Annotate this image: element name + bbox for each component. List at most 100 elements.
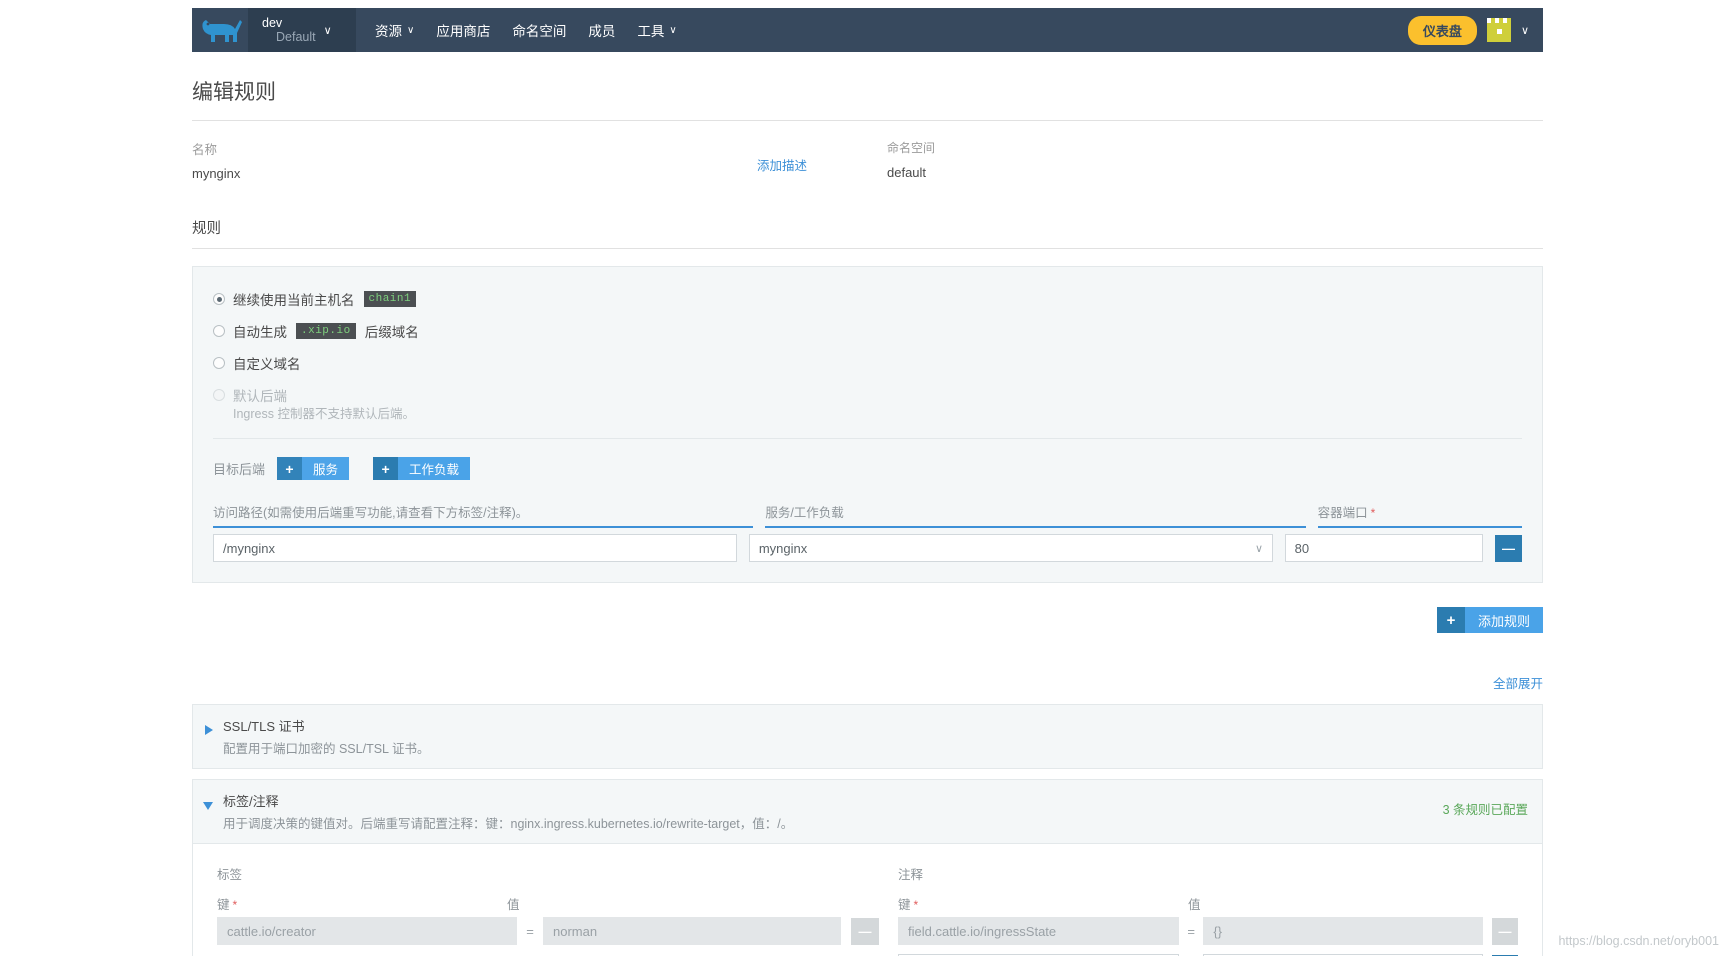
nav-resources-label: 资源 — [375, 24, 402, 39]
accordion-labels-title: 标签/注释 — [223, 794, 279, 809]
labels-key-label: 键 — [217, 898, 230, 912]
plus-icon: + — [277, 457, 303, 480]
annotations-group-header: 注释 — [898, 868, 924, 882]
accordion-ssl-title: SSL/TLS 证书 — [223, 719, 305, 734]
accordion-labels-annotations[interactable]: 标签/注释 用于调度决策的键值对。后端重写请配置注释：键：nginx.ingre… — [192, 779, 1543, 844]
switcher-cluster: dev — [262, 16, 283, 30]
plus-icon: + — [373, 457, 399, 480]
annotation-value-input: {} — [1203, 917, 1483, 945]
annotation-key-label: 键 — [898, 898, 911, 912]
namespace-field-group: 命名空间 default — [887, 139, 935, 181]
radio-current-hostname-label: 继续使用当前主机名 — [233, 293, 355, 308]
remove-label-button: — — [851, 917, 879, 945]
radio-icon[interactable] — [213, 357, 225, 369]
radio-icon — [213, 389, 225, 401]
name-field-group: 名称 mynginx — [192, 139, 757, 181]
target-backend-label: 目标后端 — [213, 462, 266, 477]
annotations-column-headers: 键 * 值 — [898, 894, 1518, 913]
chevron-right-icon[interactable] — [205, 725, 213, 735]
accordion-ssl-tls[interactable]: SSL/TLS 证书 配置用于端口加密的 SSL/TSL 证书。 — [192, 704, 1543, 769]
annotation-value-header: 值 — [1188, 898, 1201, 912]
add-rule-button[interactable]: + 添加规则 — [1436, 607, 1543, 633]
radio-auto-xip-domain[interactable]: 自动生成 .xip.io 后缀域名 — [213, 321, 1522, 341]
switcher-labels: dev Default — [262, 16, 316, 44]
equals-sign: = — [526, 923, 534, 939]
namespace-value: default — [887, 165, 927, 180]
required-marker: * — [1370, 506, 1376, 520]
radio-auto-xip-label-after: 后缀域名 — [364, 325, 419, 340]
nav-resources[interactable]: 资源 ∨ — [364, 8, 425, 52]
nav-namespaces-label: 命名空间 — [512, 24, 567, 39]
remove-rule-row-button[interactable]: — — [1494, 534, 1522, 562]
chevron-down-icon: ∨ — [407, 24, 415, 36]
remove-annotation-button: — — [1491, 917, 1519, 945]
labels-key-header: 键 * — [217, 894, 517, 913]
app-root: dev Default ∨ 资源 ∨ 应用商店 命名空间 成员 工具 ∨ 仪表盘… — [0, 0, 1735, 956]
label-key-input: cattle.io/creator — [217, 917, 517, 945]
path-column-header: 访问路径(如需使用后端重写功能,请查看下方标签/注释)。 — [213, 502, 754, 528]
labels-group: 标签 键* 值 cattle.io/creator = norman — 高级技… — [217, 864, 898, 956]
nav-namespaces[interactable]: 命名空间 — [501, 8, 577, 52]
target-backend-row: 目标后端 + 服务 + 工作负载 — [213, 439, 1522, 480]
nav-members-label: 成员 — [588, 24, 616, 39]
chevron-down-icon[interactable] — [203, 802, 213, 810]
dashboard-button[interactable]: 仪表盘 — [1407, 15, 1477, 45]
add-description-link[interactable]: 添加描述 — [757, 139, 887, 181]
main-content: 编辑规则 名称 mynginx 添加描述 命名空间 default 规则 继续使… — [192, 60, 1543, 956]
radio-custom-domain-label: 自定义域名 — [233, 357, 301, 372]
service-select-value: mynginx — [758, 540, 808, 556]
service-select[interactable]: mynginx ∨ — [748, 534, 1274, 562]
radio-default-backend-label: 默认后端 — [233, 389, 287, 404]
radio-icon[interactable] — [213, 325, 225, 337]
rules-configured-badge: 3 条规则已配置 — [1442, 803, 1528, 817]
rule-card: 继续使用当前主机名 chain1 自动生成 .xip.io 后缀域名 自定义域名… — [192, 266, 1543, 583]
name-value: mynginx — [192, 166, 241, 181]
labels-value-header: 值 — [507, 898, 520, 912]
nav-app-store[interactable]: 应用商店 — [425, 8, 501, 52]
port-column-header: 容器端口 * — [1317, 502, 1522, 528]
label-value-input: norman — [543, 917, 841, 945]
rancher-cow-logo-icon[interactable] — [196, 8, 248, 52]
chevron-down-icon[interactable]: ∨ — [1521, 24, 1529, 37]
metadata-row: 名称 mynginx 添加描述 命名空间 default — [192, 121, 1543, 189]
rules-section-title: 规则 — [192, 189, 1543, 249]
radio-icon[interactable] — [213, 293, 225, 305]
equals-sign: = — [1187, 923, 1196, 939]
radio-current-hostname[interactable]: 继续使用当前主机名 chain1 — [213, 289, 1522, 309]
page-title: 编辑规则 — [192, 60, 1543, 121]
nav-app-store-label: 应用商店 — [436, 24, 491, 39]
port-column-label: 容器端口 — [1317, 506, 1368, 520]
switcher-project: Default — [276, 30, 316, 44]
navbar-right: 仪表盘 ∨ — [1407, 15, 1543, 45]
chevron-down-icon: ∨ — [669, 24, 677, 36]
annotations-row: field.cattle.io/ingressState = {} — — [898, 917, 1519, 945]
namespace-label: 命名空间 — [887, 141, 936, 155]
avatar[interactable] — [1486, 18, 1511, 42]
nav-tools[interactable]: 工具 ∨ — [626, 8, 687, 52]
add-rule-row: + 添加规则 — [192, 583, 1543, 633]
plus-icon: + — [1436, 607, 1465, 633]
add-service-button[interactable]: + 服务 — [277, 457, 350, 480]
nav-links: 资源 ∨ 应用商店 命名空间 成员 工具 ∨ — [364, 8, 688, 52]
expand-all-link[interactable]: 全部展开 — [192, 633, 1543, 692]
code-chip-xip: .xip.io — [296, 323, 356, 339]
required-marker: * — [913, 898, 919, 912]
port-input[interactable]: 80 — [1284, 534, 1484, 562]
top-navbar: dev Default ∨ 资源 ∨ 应用商店 命名空间 成员 工具 ∨ 仪表盘… — [192, 8, 1543, 52]
path-input[interactable]: /mynginx — [213, 534, 738, 562]
accordion-ssl-desc: 配置用于端口加密的 SSL/TSL 证书。 — [223, 742, 430, 756]
annotations-group: 注释 键 * 值 field.cattle.io/ingressState = {… — [898, 864, 1519, 956]
cluster-project-switcher[interactable]: dev Default ∨ — [248, 8, 356, 52]
nav-members[interactable]: 成员 — [577, 8, 626, 52]
add-service-label: 服务 — [302, 457, 350, 480]
annotation-key-input: field.cattle.io/ingressState — [898, 917, 1180, 945]
nav-tools-label: 工具 — [637, 24, 665, 39]
annotation-key-header: 键 * — [898, 894, 1198, 913]
radio-default-backend: 默认后端 — [213, 385, 1522, 405]
chevron-down-icon: ∨ — [1255, 542, 1264, 555]
labels-annotations-panel: 标签 键* 值 cattle.io/creator = norman — 高级技… — [192, 844, 1543, 956]
add-workload-button[interactable]: + 工作负载 — [373, 457, 471, 480]
labels-column-headers: 键 * 值 — [217, 894, 898, 913]
accordion-labels-desc: 用于调度决策的键值对。后端重写请配置注释：键：nginx.ingress.kub… — [223, 817, 794, 831]
radio-custom-domain[interactable]: 自定义域名 — [213, 353, 1522, 373]
